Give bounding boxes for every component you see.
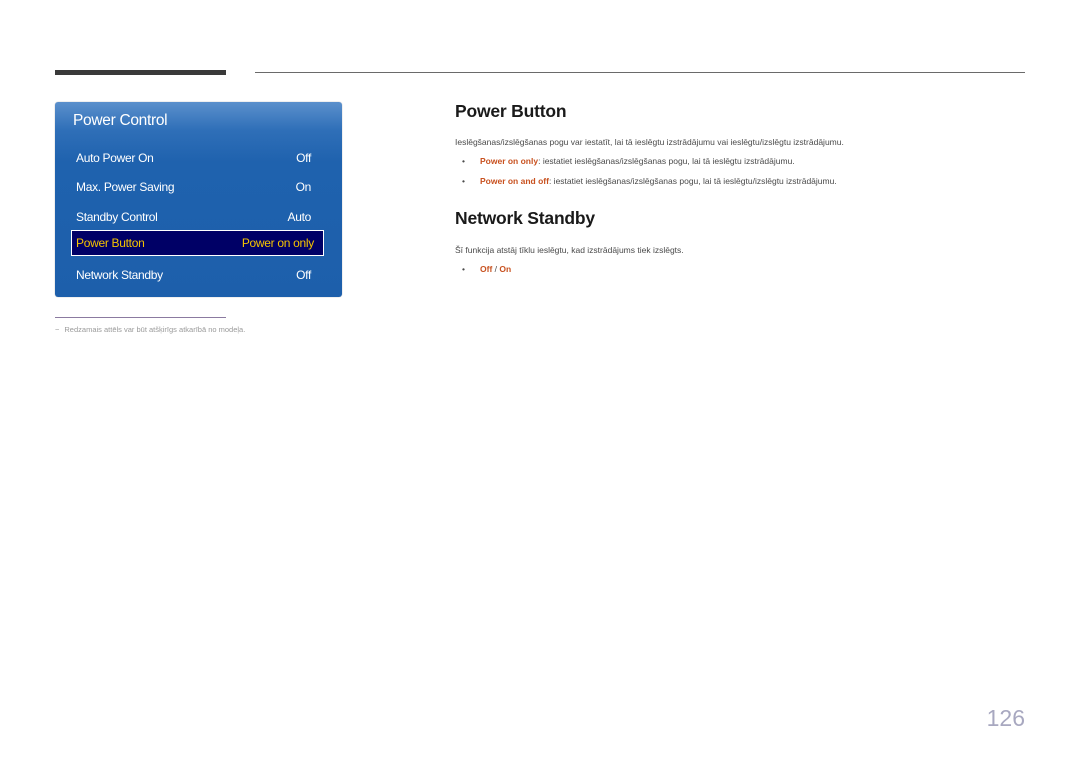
menu-item-max-power-saving[interactable]: Max. Power Saving On xyxy=(71,174,326,200)
menu-item-network-standby[interactable]: Network Standby Off xyxy=(71,262,326,288)
bullet-power-on-and-off: • Power on and off: iestatiet ieslēgšanas… xyxy=(462,176,837,186)
menu-item-value: Power on only xyxy=(241,236,314,250)
bullet-icon: • xyxy=(462,176,465,186)
power-button-heading: Power Button xyxy=(455,101,567,121)
menu-item-label: Standby Control xyxy=(76,210,158,224)
header-rule-thin xyxy=(255,72,1025,73)
bullet-term: Power on only xyxy=(480,156,539,166)
footnote: − Redzamais attēls var būt atšķirīgs atka… xyxy=(55,325,245,334)
page-number: 126 xyxy=(986,705,1025,731)
bullet-power-on-only: • Power on only: iestatiet ieslēgšanas/iz… xyxy=(462,156,795,166)
option-on: On xyxy=(499,264,512,274)
menu-title: Power Control xyxy=(73,112,168,129)
footnote-divider xyxy=(55,317,226,318)
footnote-dash: − xyxy=(55,325,60,334)
bullet-desc: : iestatiet ieslēgšanas/izslēgšanas pogu… xyxy=(548,176,837,186)
network-standby-heading: Network Standby xyxy=(455,208,595,228)
menu-item-value: Auto xyxy=(287,210,312,224)
menu-item-label: Auto Power On xyxy=(76,151,154,165)
menu-item-value: Off xyxy=(296,151,311,165)
bullet-network-standby-options: • Off / On xyxy=(462,264,511,274)
header-rule-thick xyxy=(55,70,226,75)
menu-item-standby-control[interactable]: Standby Control Auto xyxy=(71,204,326,230)
power-control-menu: Power Control Auto Power On Off Max. Pow… xyxy=(55,102,342,297)
footnote-text: Redzamais attēls var būt atšķirīgs atkar… xyxy=(64,325,246,334)
menu-item-power-button[interactable]: Power Button Power on only xyxy=(71,230,324,256)
menu-item-label: Network Standby xyxy=(76,268,163,282)
menu-item-label: Max. Power Saving xyxy=(76,180,175,194)
bullet-icon: • xyxy=(462,264,465,274)
bullet-term: Power on and off xyxy=(480,176,549,186)
power-button-intro: Ieslēgšanas/izslēgšanas pogu var iestatī… xyxy=(455,137,844,147)
menu-item-value: On xyxy=(295,180,312,194)
network-standby-intro: Šī funkcija atstāj tīklu ieslēgtu, kad i… xyxy=(455,245,684,255)
bullet-desc: : iestatiet ieslēgšanas/izslēgšanas pogu… xyxy=(538,156,795,166)
menu-item-label: Power Button xyxy=(76,236,145,250)
menu-item-auto-power-on[interactable]: Auto Power On Off xyxy=(71,145,326,171)
bullet-icon: • xyxy=(462,156,465,166)
menu-item-value: Off xyxy=(296,268,311,282)
option-off: Off xyxy=(480,264,493,274)
